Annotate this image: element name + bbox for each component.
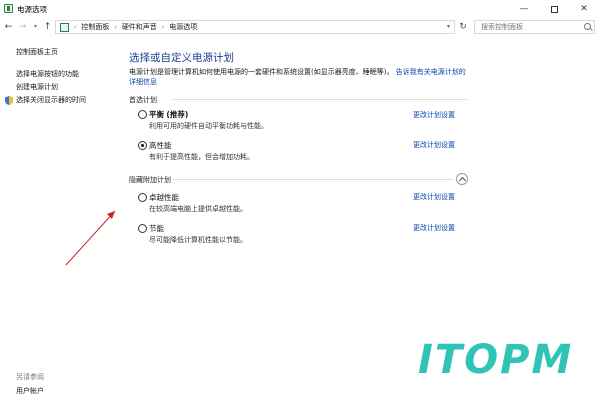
page-title: 选择或自定义电源计划	[129, 52, 234, 64]
change-plan-link-high-performance[interactable]: 更改计划设置	[413, 140, 455, 150]
page-description: 电源计划是管理计算机如何使用电源的一套硬件和系统设置(如显示器亮度、睡眠等)。 …	[129, 68, 469, 87]
watermark-logo: ITOPM	[418, 337, 574, 383]
group-heading-hidden: 隐藏附加计划	[129, 176, 171, 184]
search-input[interactable]: 搜索控制面板	[474, 20, 595, 34]
plan-desc-balanced: 利用可用的硬件自动平衡功耗与性能。	[149, 122, 268, 130]
description-text: 电源计划是管理计算机如何使用电源的一套硬件和系统设置(如显示器亮度、睡眠等)。	[129, 68, 394, 76]
divider	[173, 99, 467, 100]
power-options-icon	[4, 4, 13, 13]
plan-radio-high-performance[interactable]	[138, 141, 147, 150]
plan-desc-power-saver: 尽可能降低计算机性能以节能。	[149, 236, 247, 244]
control-panel-icon	[60, 22, 69, 32]
search-icon[interactable]	[584, 23, 591, 30]
plan-desc-ultimate: 在较高端电脑上提供卓越性能。	[149, 205, 247, 213]
breadcrumb-power-options[interactable]: 电源选项	[169, 22, 197, 32]
see-also-heading: 另请参阅	[16, 373, 44, 381]
sidebar-item-create-plan[interactable]: 创建电源计划	[16, 82, 58, 92]
plan-name-balanced[interactable]: 平衡 (推荐)	[149, 109, 188, 120]
maximize-button[interactable]	[540, 0, 568, 18]
sidebar-item-user-accounts[interactable]: 用户帐户	[16, 386, 44, 396]
up-arrow-icon[interactable]: ↑	[42, 21, 53, 33]
chevron-right-icon[interactable]: ›	[74, 24, 76, 31]
plan-radio-ultimate[interactable]	[138, 193, 147, 202]
window-title: 电源选项	[17, 5, 47, 14]
plan-radio-power-saver[interactable]	[138, 224, 147, 233]
breadcrumb-hardware-sound[interactable]: 硬件和声音	[122, 22, 157, 32]
chevron-right-icon[interactable]: ›	[114, 24, 116, 31]
forward-arrow-icon[interactable]: →	[17, 21, 28, 33]
sidebar-item-display-off[interactable]: 选择关闭显示器的时间	[16, 95, 86, 105]
change-plan-link-balanced[interactable]: 更改计划设置	[413, 110, 455, 120]
breadcrumb-control-panel[interactable]: 控制面板	[81, 22, 109, 32]
address-bar[interactable]: › 控制面板 › 硬件和声音 › 电源选项 ▾	[55, 20, 455, 34]
recent-locations-icon[interactable]: ▾	[30, 21, 41, 33]
divider	[173, 179, 453, 180]
plan-name-power-saver[interactable]: 节能	[149, 223, 164, 234]
chevron-down-icon[interactable]: ▾	[447, 23, 450, 30]
sidebar-item-control-panel-home[interactable]: 控制面板主页	[16, 47, 58, 57]
chevron-up-icon[interactable]	[456, 173, 468, 185]
group-heading-preferred: 首选计划	[129, 96, 157, 104]
back-arrow-icon[interactable]: ←	[3, 21, 14, 33]
annotation-arrow-icon	[65, 210, 116, 266]
title-bar: 电源选项 — ✕	[0, 0, 600, 18]
plan-radio-balanced[interactable]	[138, 110, 147, 119]
plan-name-ultimate[interactable]: 卓越性能	[149, 192, 179, 203]
close-button[interactable]: ✕	[570, 0, 598, 18]
shield-icon	[5, 96, 13, 105]
plan-name-high-performance[interactable]: 高性能	[149, 140, 172, 151]
maximize-icon	[550, 5, 558, 13]
change-plan-link-power-saver[interactable]: 更改计划设置	[413, 223, 455, 233]
address-bar-row: ← → ▾ ↑ › 控制面板 › 硬件和声音 › 电源选项 ▾ ↻ 搜索控制面板	[0, 18, 600, 36]
plan-desc-high-performance: 有利于提高性能，但会增加功耗。	[149, 153, 254, 161]
sidebar-item-power-button[interactable]: 选择电源按钮的功能	[16, 69, 79, 79]
refresh-icon[interactable]: ↻	[457, 21, 469, 33]
search-placeholder: 搜索控制面板	[481, 23, 523, 31]
chevron-right-icon[interactable]: ›	[162, 24, 164, 31]
change-plan-link-ultimate[interactable]: 更改计划设置	[413, 192, 455, 202]
minimize-button[interactable]: —	[510, 0, 538, 18]
